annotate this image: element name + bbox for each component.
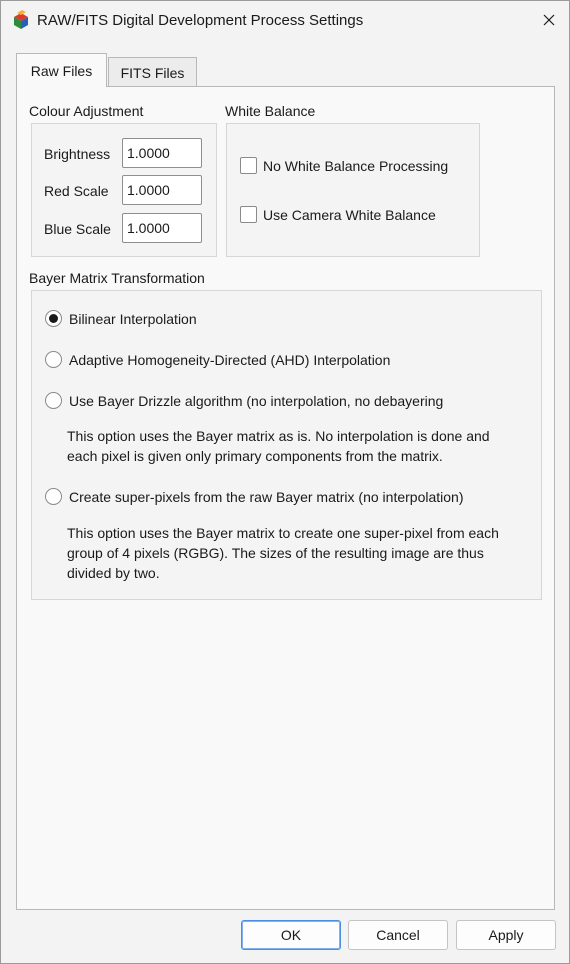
blue-scale-label: Blue Scale	[44, 221, 111, 237]
title-bar[interactable]: RAW/FITS Digital Development Process Set…	[1, 1, 569, 39]
camera-white-balance-label[interactable]: Use Camera White Balance	[263, 207, 436, 223]
super-pixels-label[interactable]: Create super-pixels from the raw Bayer m…	[69, 489, 464, 505]
ok-button[interactable]: OK	[241, 920, 341, 950]
brightness-label: Brightness	[44, 146, 111, 162]
brightness-input[interactable]	[122, 138, 202, 168]
bayer-drizzle-desc-line: This option uses the Bayer matrix as is.…	[67, 428, 490, 444]
super-pixels-radio[interactable]	[45, 488, 62, 505]
ahd-label[interactable]: Adaptive Homogeneity-Directed (AHD) Inte…	[69, 352, 390, 368]
bayer-drizzle-description: This option uses the Bayer matrix as is.…	[67, 426, 490, 466]
app-icon	[14, 10, 28, 29]
apply-button[interactable]: Apply	[456, 920, 556, 950]
bayer-drizzle-label[interactable]: Use Bayer Drizzle algorithm (no interpol…	[69, 393, 443, 409]
cancel-button[interactable]: Cancel	[348, 920, 448, 950]
tab-fits-files[interactable]: FITS Files	[108, 57, 197, 86]
camera-white-balance-checkbox[interactable]	[240, 206, 257, 223]
bilinear-radio[interactable]	[45, 310, 62, 327]
blue-scale-input[interactable]	[122, 213, 202, 243]
bayer-drizzle-radio[interactable]	[45, 392, 62, 409]
close-button[interactable]	[529, 3, 569, 37]
ahd-radio[interactable]	[45, 351, 62, 368]
super-pixels-desc-line: group of 4 pixels (RGBG). The sizes of t…	[67, 545, 484, 561]
white-balance-group	[226, 123, 480, 257]
bayer-matrix-title: Bayer Matrix Transformation	[29, 270, 205, 286]
colour-adjustment-title: Colour Adjustment	[29, 103, 144, 119]
red-scale-input[interactable]	[122, 175, 202, 205]
tab-raw-files[interactable]: Raw Files	[16, 53, 107, 87]
bilinear-label[interactable]: Bilinear Interpolation	[69, 311, 197, 327]
window-title: RAW/FITS Digital Development Process Set…	[37, 12, 364, 29]
no-white-balance-checkbox[interactable]	[240, 157, 257, 174]
red-scale-label: Red Scale	[44, 183, 109, 199]
super-pixels-description: This option uses the Bayer matrix to cre…	[67, 523, 499, 583]
dialog-window: RAW/FITS Digital Development Process Set…	[0, 0, 570, 964]
close-icon	[543, 14, 555, 26]
bayer-drizzle-desc-line: each pixel is given only primary compone…	[67, 448, 443, 464]
super-pixels-desc-line: divided by two.	[67, 565, 160, 581]
white-balance-title: White Balance	[225, 103, 316, 119]
no-white-balance-label[interactable]: No White Balance Processing	[263, 158, 448, 174]
super-pixels-desc-line: This option uses the Bayer matrix to cre…	[67, 525, 499, 541]
